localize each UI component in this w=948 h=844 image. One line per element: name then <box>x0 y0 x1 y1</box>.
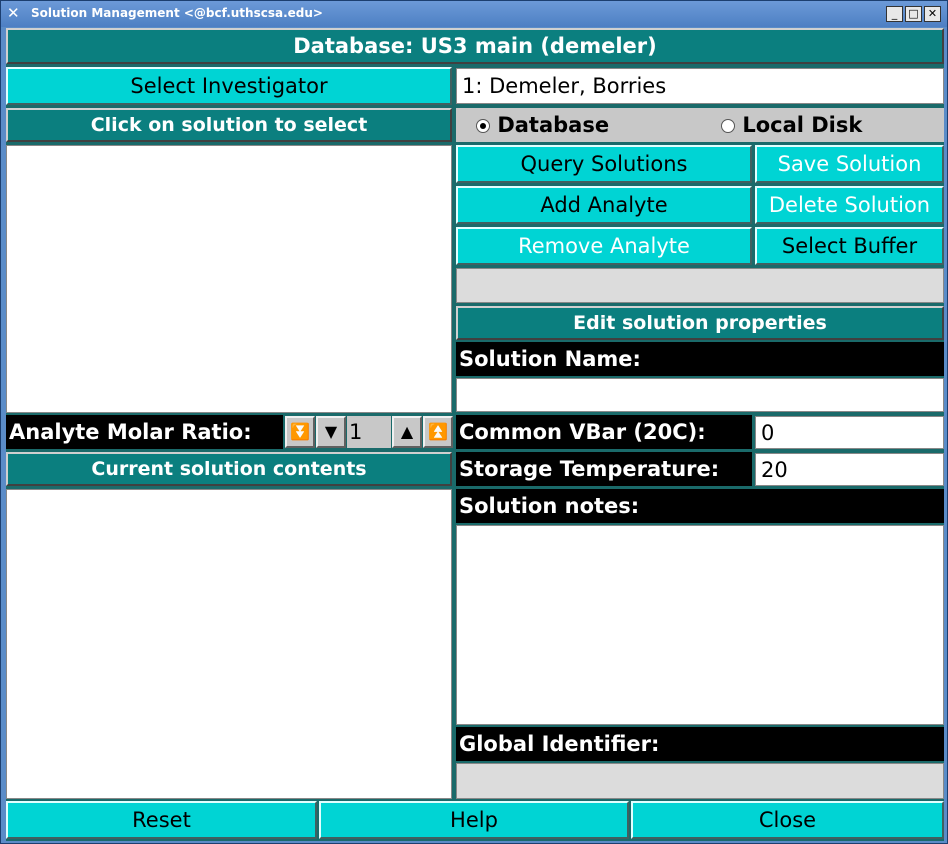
buffer-description-field <box>456 268 944 303</box>
close-button[interactable]: Close <box>631 801 944 839</box>
double-down-icon[interactable]: ⏬ <box>285 416 315 448</box>
double-up-icon[interactable]: ⏫ <box>423 416 453 448</box>
data-source-row: Database Local Disk <box>456 108 944 142</box>
x-icon: ✕ <box>7 4 20 22</box>
radio-database[interactable]: Database <box>476 108 609 142</box>
solution-notes-textarea[interactable] <box>456 525 944 725</box>
add-analyte-button[interactable]: Add Analyte <box>456 186 752 224</box>
contents-banner: Current solution contents <box>6 452 452 486</box>
radio-dot-icon <box>476 119 490 133</box>
main-panel: Database: US3 main (demeler) Select Inve… <box>6 28 944 841</box>
down-icon[interactable]: ▼ <box>316 416 346 448</box>
select-investigator-button[interactable]: Select Investigator <box>6 67 452 105</box>
database-banner: Database: US3 main (demeler) <box>6 28 944 64</box>
window-title: Solution Management <@bcf.uthscsa.edu> <box>31 6 323 20</box>
maximize-button[interactable]: □ <box>905 6 922 22</box>
vbar-label: Common VBar (20C): <box>456 415 752 449</box>
storage-temp-input[interactable]: 20 <box>755 453 944 486</box>
remove-analyte-button[interactable]: Remove Analyte <box>456 227 752 265</box>
solution-name-input[interactable] <box>456 378 944 412</box>
save-solution-button[interactable]: Save Solution <box>755 145 944 183</box>
investigator-field[interactable]: 1: Demeler, Borries <box>456 68 944 104</box>
analyte-ratio-value[interactable]: 1 <box>347 416 391 448</box>
help-button[interactable]: Help <box>319 801 629 839</box>
select-buffer-button[interactable]: Select Buffer <box>755 227 944 265</box>
solutions-banner: Click on solution to select <box>6 108 452 142</box>
solution-name-label: Solution Name: <box>456 342 944 376</box>
solution-notes-label: Solution notes: <box>456 489 944 523</box>
analyte-ratio-label: Analyte Molar Ratio: <box>6 415 283 449</box>
global-identifier-label: Global Identifier: <box>456 727 944 761</box>
query-solutions-button[interactable]: Query Solutions <box>456 145 752 183</box>
delete-solution-button[interactable]: Delete Solution <box>755 186 944 224</box>
reset-button[interactable]: Reset <box>6 801 317 839</box>
up-icon[interactable]: ▲ <box>392 416 422 448</box>
radio-local-disk[interactable]: Local Disk <box>721 108 862 142</box>
edit-properties-banner: Edit solution properties <box>456 306 944 340</box>
close-window-button[interactable]: ✕ <box>924 6 941 22</box>
global-identifier-field <box>456 763 944 799</box>
solutions-list[interactable] <box>6 145 452 413</box>
minimize-button[interactable]: _ <box>886 6 903 22</box>
title-bar: ✕ Solution Management <@bcf.uthscsa.edu>… <box>1 1 947 27</box>
contents-list[interactable] <box>6 489 452 799</box>
solution-management-window: ✕ Solution Management <@bcf.uthscsa.edu>… <box>0 0 948 844</box>
storage-temp-label: Storage Temperature: <box>456 452 752 486</box>
radio-dot-icon <box>721 119 735 133</box>
vbar-input[interactable]: 0 <box>755 416 944 449</box>
